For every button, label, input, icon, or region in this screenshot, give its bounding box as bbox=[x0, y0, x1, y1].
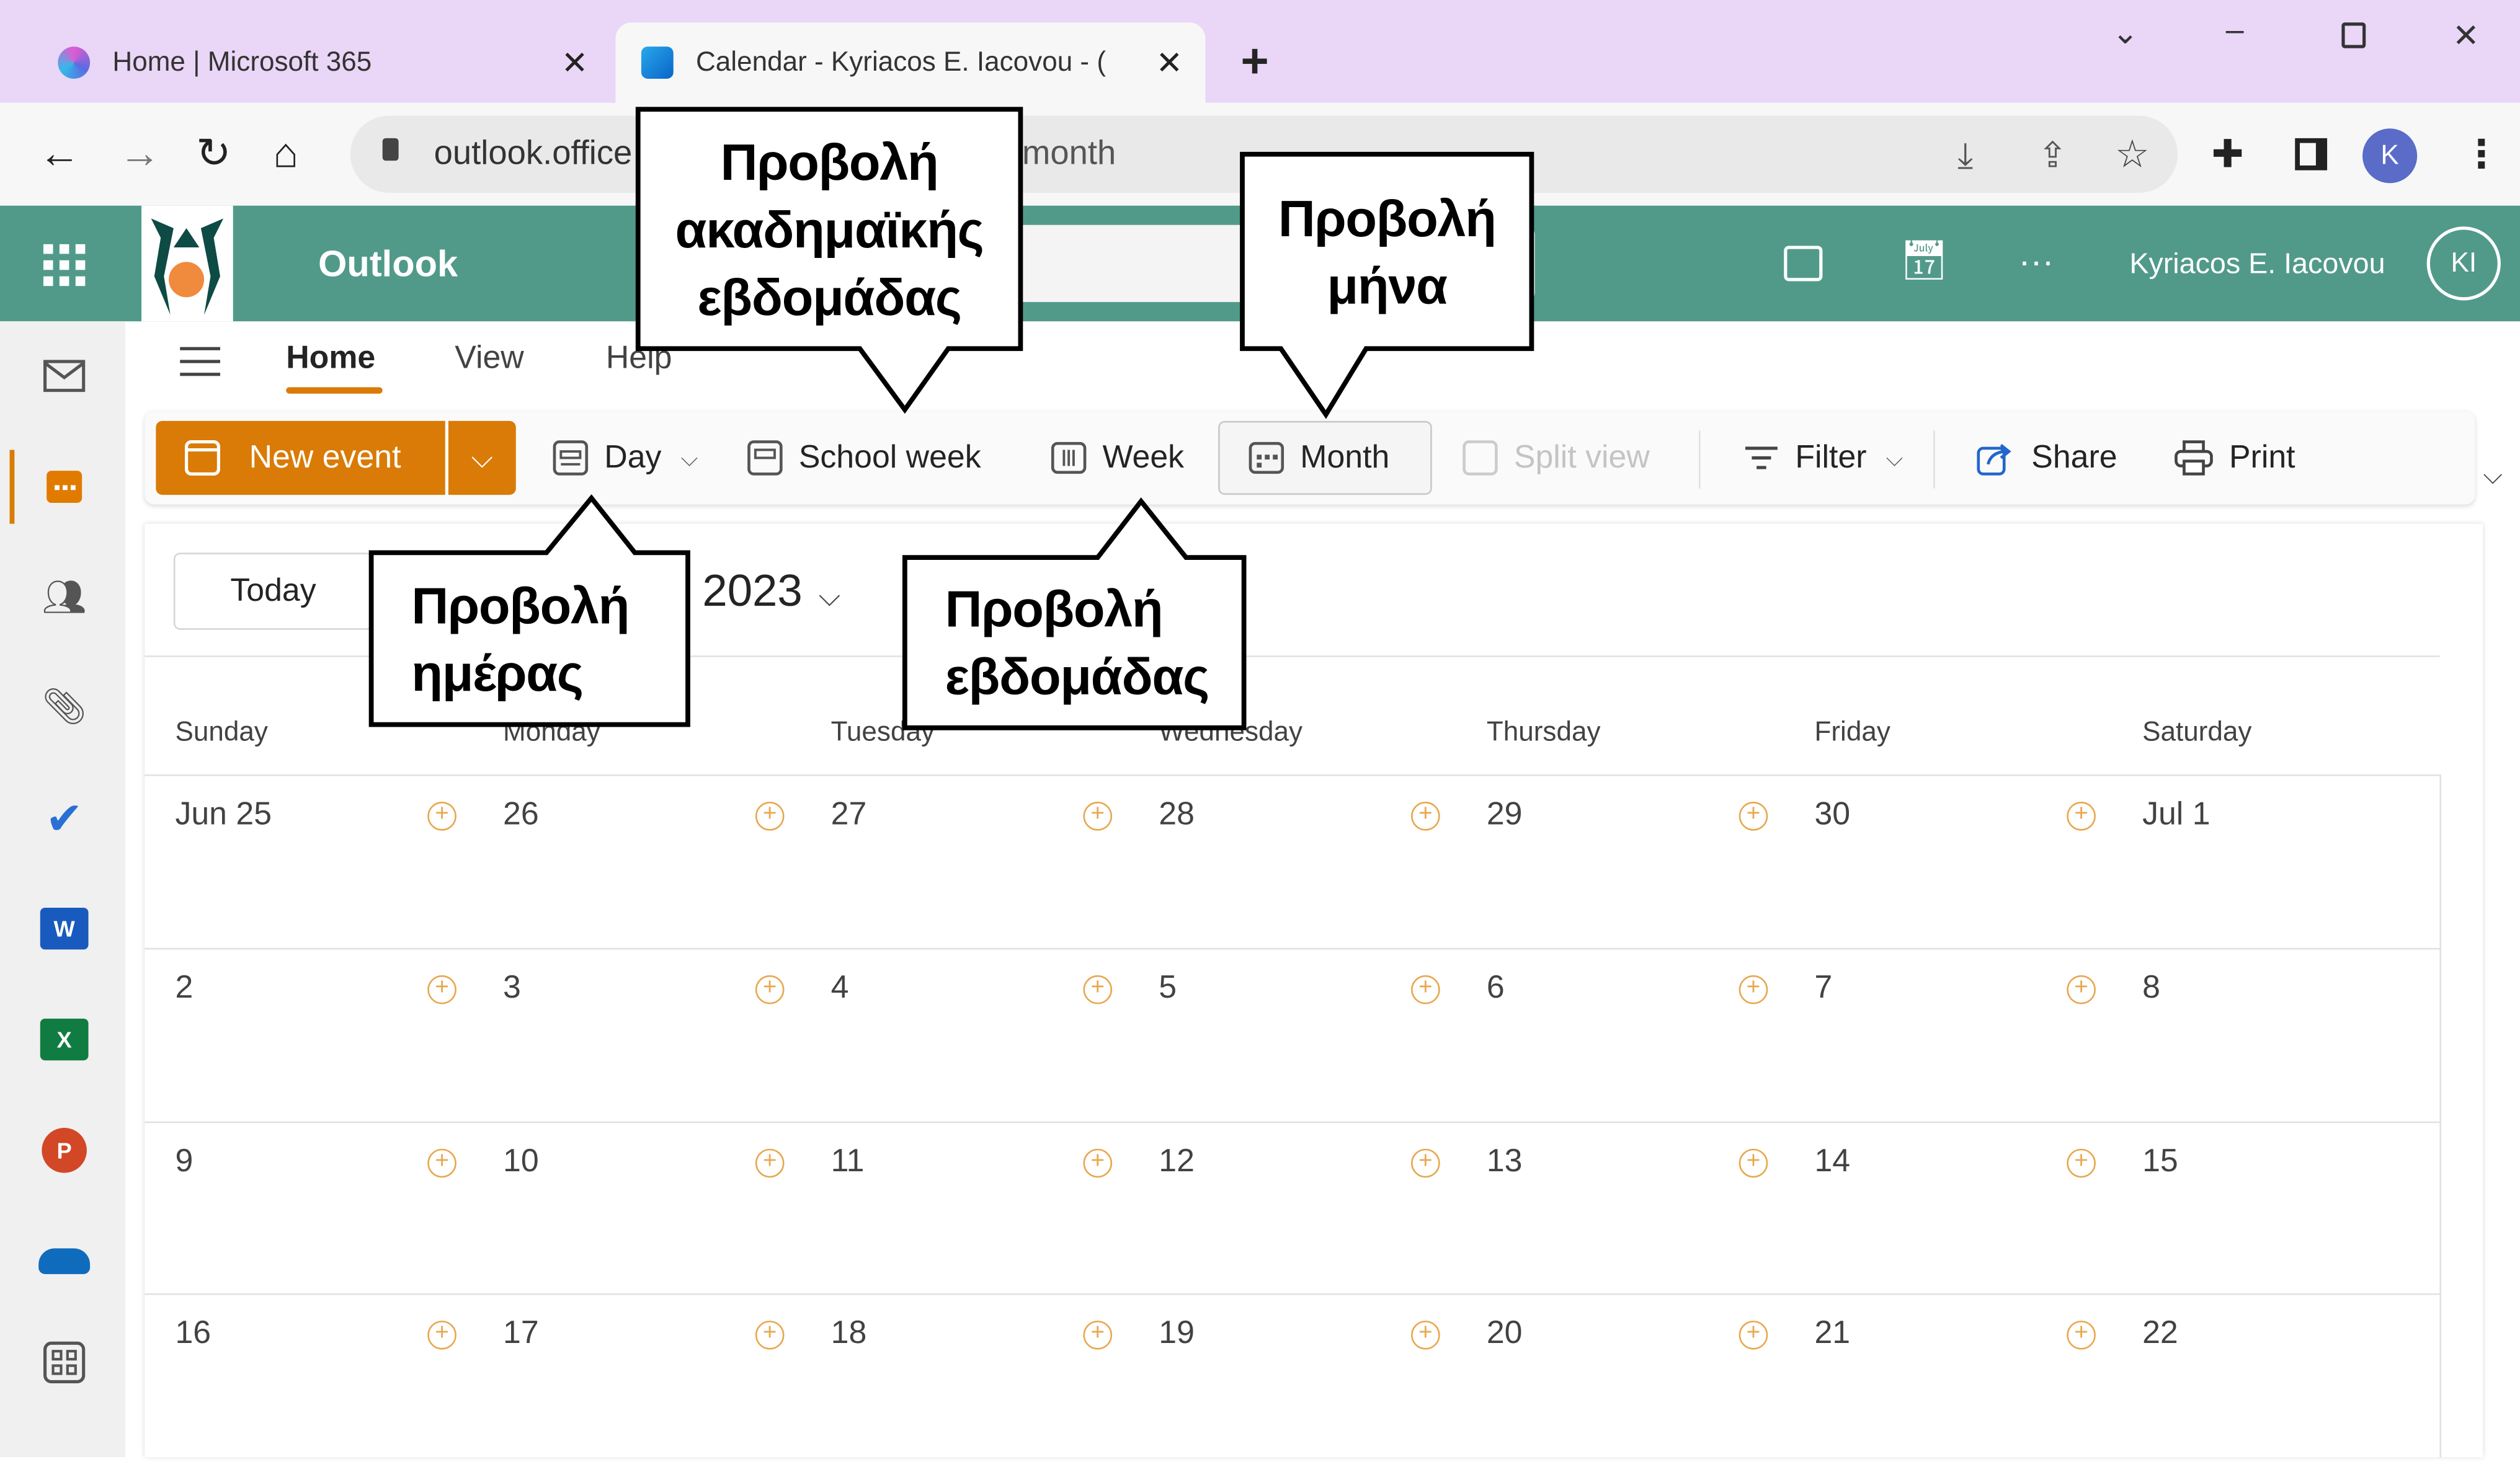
callout-week: Προβολή εβδομάδας bbox=[945, 580, 1210, 706]
callout-day: Προβολή ημέρας bbox=[411, 575, 630, 702]
callout-school-week: Προβολή ακαδημαϊκής εβδομάδας bbox=[675, 132, 984, 326]
screen: Home | Microsoft 365 ✕ Calendar - Kyriac… bbox=[0, 0, 2520, 1458]
callout-month: Προβολή μήνα bbox=[1278, 188, 1497, 314]
